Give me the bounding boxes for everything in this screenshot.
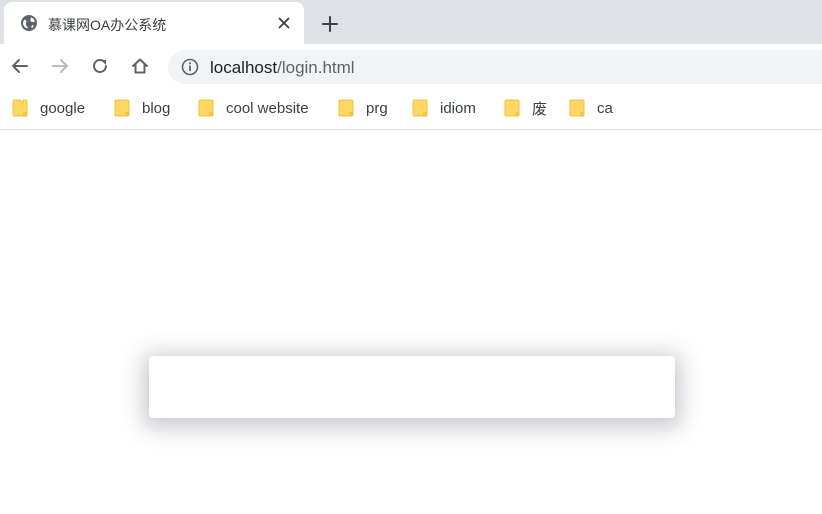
folder-icon <box>198 99 214 117</box>
bookmarks-bar: google blog cool website prg idiom 废 ca <box>0 88 822 130</box>
address-bar[interactable]: localhost/login.html <box>168 50 822 84</box>
bookmark-blog[interactable]: blog <box>102 96 170 120</box>
folder-icon <box>504 99 520 117</box>
bookmark-label: prg <box>366 99 388 117</box>
bookmark-label: idiom <box>440 99 476 117</box>
browser-window: 慕课网OA办公系统 localhost/login.html google bl… <box>0 0 822 514</box>
url-path: /login.html <box>277 58 355 77</box>
bookmark-label: ca <box>597 99 613 117</box>
tab-strip: 慕课网OA办公系统 <box>0 0 822 44</box>
forward-arrow-icon[interactable] <box>48 54 72 78</box>
reload-icon[interactable] <box>88 54 112 78</box>
url-host: localhost <box>210 58 278 77</box>
url-text[interactable]: localhost/login.html <box>210 58 355 78</box>
folder-icon <box>114 99 130 117</box>
bookmark-label: blog <box>142 99 171 117</box>
back-arrow-icon[interactable] <box>8 54 32 78</box>
folder-icon <box>12 99 28 117</box>
login-card <box>149 356 675 418</box>
bookmark-google[interactable]: google <box>0 96 85 120</box>
toolbar: localhost/login.html <box>0 44 822 88</box>
page-content <box>0 130 822 514</box>
tab-active[interactable]: 慕课网OA办公系统 <box>4 2 304 44</box>
bookmark-fei[interactable]: 废 <box>492 96 547 120</box>
folder-icon <box>412 99 428 117</box>
bookmark-cool-website[interactable]: cool website <box>186 96 309 120</box>
close-icon[interactable] <box>274 13 294 33</box>
tab-title: 慕课网OA办公系统 <box>48 17 167 33</box>
globe-icon <box>20 14 38 32</box>
bookmark-ca[interactable]: ca <box>557 96 613 120</box>
bookmark-label: 废 <box>532 100 548 118</box>
folder-icon <box>569 99 585 117</box>
folder-icon <box>338 99 354 117</box>
info-icon[interactable] <box>181 58 199 76</box>
bookmark-label: google <box>40 99 86 117</box>
home-icon[interactable] <box>128 54 152 78</box>
bookmark-label: cool website <box>226 99 309 117</box>
bookmark-prg[interactable]: prg <box>326 96 388 120</box>
bookmark-idiom[interactable]: idiom <box>400 96 476 120</box>
plus-icon[interactable] <box>318 12 342 36</box>
